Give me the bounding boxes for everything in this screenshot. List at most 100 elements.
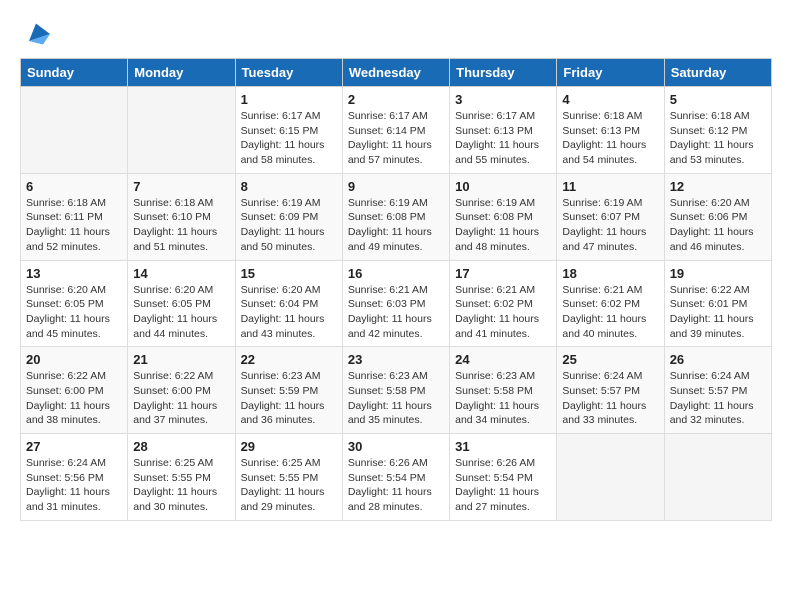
- calendar-cell: 16 Sunrise: 6:21 AMSunset: 6:03 PMDayligh…: [342, 260, 449, 347]
- cell-details: Sunrise: 6:24 AMSunset: 5:57 PMDaylight:…: [562, 369, 658, 428]
- calendar-cell: [128, 87, 235, 174]
- cell-details: Sunrise: 6:17 AMSunset: 6:15 PMDaylight:…: [241, 109, 337, 168]
- calendar-cell: 24 Sunrise: 6:23 AMSunset: 5:58 PMDayligh…: [450, 347, 557, 434]
- day-number: 23: [348, 352, 444, 367]
- day-header-wednesday: Wednesday: [342, 59, 449, 87]
- calendar-cell: 7 Sunrise: 6:18 AMSunset: 6:10 PMDaylight…: [128, 173, 235, 260]
- cell-details: Sunrise: 6:23 AMSunset: 5:58 PMDaylight:…: [455, 369, 551, 428]
- calendar-cell: 22Sunrise: 6:23 AMSunset: 5:59 PMDayligh…: [235, 347, 342, 434]
- cell-details: Sunrise: 6:18 AMSunset: 6:10 PMDaylight:…: [133, 196, 229, 255]
- day-number: 7: [133, 179, 229, 194]
- cell-details: Sunrise: 6:20 AMSunset: 6:06 PMDaylight:…: [670, 196, 766, 255]
- calendar-cell: 30Sunrise: 6:26 AMSunset: 5:54 PMDayligh…: [342, 434, 449, 521]
- cell-details: Sunrise: 6:25 AMSunset: 5:55 PMDaylight:…: [241, 456, 337, 515]
- week-row-2: 6 Sunrise: 6:18 AMSunset: 6:11 PMDaylight…: [21, 173, 772, 260]
- cell-details: Sunrise: 6:18 AMSunset: 6:13 PMDaylight:…: [562, 109, 658, 168]
- cell-details: Sunrise: 6:18 AMSunset: 6:12 PMDaylight:…: [670, 109, 766, 168]
- cell-details: Sunrise: 6:21 AMSunset: 6:02 PMDaylight:…: [455, 283, 551, 342]
- cell-details: Sunrise: 6:24 AMSunset: 5:56 PMDaylight:…: [26, 456, 122, 515]
- calendar-cell: 17Sunrise: 6:21 AMSunset: 6:02 PMDayligh…: [450, 260, 557, 347]
- calendar-cell: 15 Sunrise: 6:20 AMSunset: 6:04 PMDayligh…: [235, 260, 342, 347]
- day-number: 29: [241, 439, 337, 454]
- day-number: 6: [26, 179, 122, 194]
- cell-details: Sunrise: 6:21 AMSunset: 6:03 PMDaylight:…: [348, 283, 444, 342]
- week-row-5: 27 Sunrise: 6:24 AMSunset: 5:56 PMDayligh…: [21, 434, 772, 521]
- day-number: 16: [348, 266, 444, 281]
- day-number: 13: [26, 266, 122, 281]
- calendar-cell: 20Sunrise: 6:22 AMSunset: 6:00 PMDayligh…: [21, 347, 128, 434]
- header-row: SundayMondayTuesdayWednesdayThursdayFrid…: [21, 59, 772, 87]
- logo: [20, 20, 50, 48]
- calendar-cell: 12 Sunrise: 6:20 AMSunset: 6:06 PMDayligh…: [664, 173, 771, 260]
- calendar-cell: 31 Sunrise: 6:26 AMSunset: 5:54 PMDayligh…: [450, 434, 557, 521]
- calendar-cell: 4 Sunrise: 6:18 AMSunset: 6:13 PMDaylight…: [557, 87, 664, 174]
- calendar-table: SundayMondayTuesdayWednesdayThursdayFrid…: [20, 58, 772, 521]
- cell-details: Sunrise: 6:23 AMSunset: 5:58 PMDaylight:…: [348, 369, 444, 428]
- week-row-3: 13 Sunrise: 6:20 AMSunset: 6:05 PMDayligh…: [21, 260, 772, 347]
- day-header-tuesday: Tuesday: [235, 59, 342, 87]
- calendar-cell: 23 Sunrise: 6:23 AMSunset: 5:58 PMDayligh…: [342, 347, 449, 434]
- calendar-cell: 18 Sunrise: 6:21 AMSunset: 6:02 PMDayligh…: [557, 260, 664, 347]
- calendar-cell: [21, 87, 128, 174]
- calendar-cell: 2 Sunrise: 6:17 AMSunset: 6:14 PMDaylight…: [342, 87, 449, 174]
- calendar-cell: 10Sunrise: 6:19 AMSunset: 6:08 PMDayligh…: [450, 173, 557, 260]
- day-number: 21: [133, 352, 229, 367]
- day-number: 31: [455, 439, 551, 454]
- day-number: 10: [455, 179, 551, 194]
- calendar-cell: 27 Sunrise: 6:24 AMSunset: 5:56 PMDayligh…: [21, 434, 128, 521]
- day-number: 12: [670, 179, 766, 194]
- cell-details: Sunrise: 6:20 AMSunset: 6:05 PMDaylight:…: [133, 283, 229, 342]
- day-header-friday: Friday: [557, 59, 664, 87]
- day-number: 2: [348, 92, 444, 107]
- day-header-thursday: Thursday: [450, 59, 557, 87]
- day-number: 22: [241, 352, 337, 367]
- cell-details: Sunrise: 6:18 AMSunset: 6:11 PMDaylight:…: [26, 196, 122, 255]
- calendar-cell: [664, 434, 771, 521]
- day-number: 15: [241, 266, 337, 281]
- calendar-cell: 6 Sunrise: 6:18 AMSunset: 6:11 PMDaylight…: [21, 173, 128, 260]
- cell-details: Sunrise: 6:20 AMSunset: 6:04 PMDaylight:…: [241, 283, 337, 342]
- day-number: 9: [348, 179, 444, 194]
- day-number: 5: [670, 92, 766, 107]
- calendar-cell: 25 Sunrise: 6:24 AMSunset: 5:57 PMDayligh…: [557, 347, 664, 434]
- calendar-cell: 21 Sunrise: 6:22 AMSunset: 6:00 PMDayligh…: [128, 347, 235, 434]
- cell-details: Sunrise: 6:17 AMSunset: 6:13 PMDaylight:…: [455, 109, 551, 168]
- week-row-4: 20Sunrise: 6:22 AMSunset: 6:00 PMDayligh…: [21, 347, 772, 434]
- day-number: 19: [670, 266, 766, 281]
- cell-details: Sunrise: 6:21 AMSunset: 6:02 PMDaylight:…: [562, 283, 658, 342]
- cell-details: Sunrise: 6:17 AMSunset: 6:14 PMDaylight:…: [348, 109, 444, 168]
- calendar-cell: 9 Sunrise: 6:19 AMSunset: 6:08 PMDaylight…: [342, 173, 449, 260]
- calendar-cell: 14 Sunrise: 6:20 AMSunset: 6:05 PMDayligh…: [128, 260, 235, 347]
- calendar-cell: 11 Sunrise: 6:19 AMSunset: 6:07 PMDayligh…: [557, 173, 664, 260]
- day-number: 27: [26, 439, 122, 454]
- day-header-sunday: Sunday: [21, 59, 128, 87]
- day-number: 14: [133, 266, 229, 281]
- cell-details: Sunrise: 6:19 AMSunset: 6:07 PMDaylight:…: [562, 196, 658, 255]
- day-number: 1: [241, 92, 337, 107]
- day-number: 3: [455, 92, 551, 107]
- calendar-cell: 5 Sunrise: 6:18 AMSunset: 6:12 PMDaylight…: [664, 87, 771, 174]
- page-header: [20, 20, 772, 48]
- calendar-cell: 29 Sunrise: 6:25 AMSunset: 5:55 PMDayligh…: [235, 434, 342, 521]
- cell-details: Sunrise: 6:22 AMSunset: 6:00 PMDaylight:…: [133, 369, 229, 428]
- calendar-cell: 1 Sunrise: 6:17 AMSunset: 6:15 PMDaylight…: [235, 87, 342, 174]
- day-number: 4: [562, 92, 658, 107]
- day-number: 26: [670, 352, 766, 367]
- day-number: 25: [562, 352, 658, 367]
- calendar-cell: 19Sunrise: 6:22 AMSunset: 6:01 PMDayligh…: [664, 260, 771, 347]
- day-header-saturday: Saturday: [664, 59, 771, 87]
- day-number: 11: [562, 179, 658, 194]
- calendar-cell: 26Sunrise: 6:24 AMSunset: 5:57 PMDayligh…: [664, 347, 771, 434]
- day-number: 24: [455, 352, 551, 367]
- week-row-1: 1 Sunrise: 6:17 AMSunset: 6:15 PMDaylight…: [21, 87, 772, 174]
- day-header-monday: Monday: [128, 59, 235, 87]
- cell-details: Sunrise: 6:19 AMSunset: 6:08 PMDaylight:…: [348, 196, 444, 255]
- calendar-cell: 13 Sunrise: 6:20 AMSunset: 6:05 PMDayligh…: [21, 260, 128, 347]
- day-number: 8: [241, 179, 337, 194]
- calendar-cell: [557, 434, 664, 521]
- cell-details: Sunrise: 6:26 AMSunset: 5:54 PMDaylight:…: [455, 456, 551, 515]
- cell-details: Sunrise: 6:26 AMSunset: 5:54 PMDaylight:…: [348, 456, 444, 515]
- day-number: 18: [562, 266, 658, 281]
- day-number: 28: [133, 439, 229, 454]
- cell-details: Sunrise: 6:20 AMSunset: 6:05 PMDaylight:…: [26, 283, 122, 342]
